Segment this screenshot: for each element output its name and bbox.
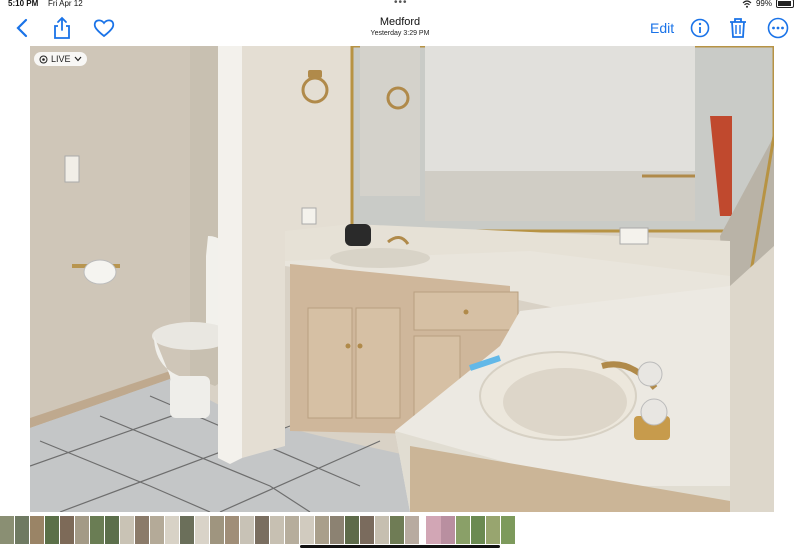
photo-thumbnail[interactable] [195,516,209,544]
live-icon [39,55,48,63]
photo-nav-bar: Medford Yesterday 3:29 PM Edit [0,10,800,46]
photo-thumbnail[interactable] [135,516,149,544]
photo-thumbnail[interactable] [150,516,164,544]
back-chevron-icon[interactable] [10,16,34,40]
photo-thumbnail[interactable] [345,516,359,544]
status-right: 99% [742,0,794,8]
photo-thumbnail[interactable] [120,516,134,544]
photo-thumbnail[interactable] [105,516,119,544]
photo-thumbnail[interactable] [15,516,29,544]
photo-thumbnail[interactable] [210,516,224,544]
photo-thumbnail[interactable] [375,516,389,544]
bathroom-photo[interactable]: LIVE [30,46,774,512]
heart-icon[interactable] [92,16,116,40]
photo-thumbnail[interactable] [165,516,179,544]
live-badge[interactable]: LIVE [34,52,87,66]
photo-thumbnail[interactable] [270,516,284,544]
wifi-icon [742,0,752,8]
photo-thumbnail[interactable] [180,516,194,544]
photo-thumbnail[interactable] [471,516,485,544]
live-label: LIVE [51,54,71,64]
photo-thumbnail[interactable] [225,516,239,544]
thumbnail-strip[interactable] [0,514,800,546]
photo-thumbnail[interactable] [0,516,14,544]
battery-percent: 99% [755,0,772,8]
photo-thumbnail[interactable] [300,516,314,544]
photo-thumbnail[interactable] [30,516,44,544]
photo-thumbnail[interactable] [390,516,404,544]
photo-thumbnail[interactable] [60,516,74,544]
photo-thumbnail[interactable] [486,516,500,544]
info-icon[interactable] [688,16,712,40]
status-bar: 5:10 PM Fri Apr 12 ••• 99% [0,0,800,10]
bathroom-illustration [30,46,774,512]
trash-icon[interactable] [726,16,750,40]
photo-thumbnail[interactable] [360,516,374,544]
status-date: Fri Apr 12 [48,0,83,8]
photo-thumbnail[interactable] [501,516,515,544]
battery-icon [776,0,794,8]
photo-thumbnail[interactable] [441,516,455,544]
photo-thumbnail[interactable] [285,516,299,544]
photo-thumbnail[interactable] [90,516,104,544]
location-title: Medford [379,16,421,28]
status-time: 5:10 PM [8,0,39,8]
multitasking-dots[interactable]: ••• [394,0,408,8]
photo-thumbnail[interactable] [45,516,59,544]
share-icon[interactable] [50,16,74,40]
chevron-down-icon [74,56,81,62]
photo-thumbnail[interactable] [456,516,470,544]
photo-thumbnail[interactable] [240,516,254,544]
photo-thumbnail[interactable] [75,516,89,544]
more-icon[interactable] [766,16,790,40]
date-subtitle: Yesterday 3:29 PM [370,30,430,37]
edit-button[interactable]: Edit [650,20,674,36]
photo-thumbnail[interactable] [405,516,419,544]
photo-thumbnail[interactable] [315,516,329,544]
photo-thumbnail[interactable] [330,516,344,544]
photo-thumbnail[interactable] [255,516,269,544]
